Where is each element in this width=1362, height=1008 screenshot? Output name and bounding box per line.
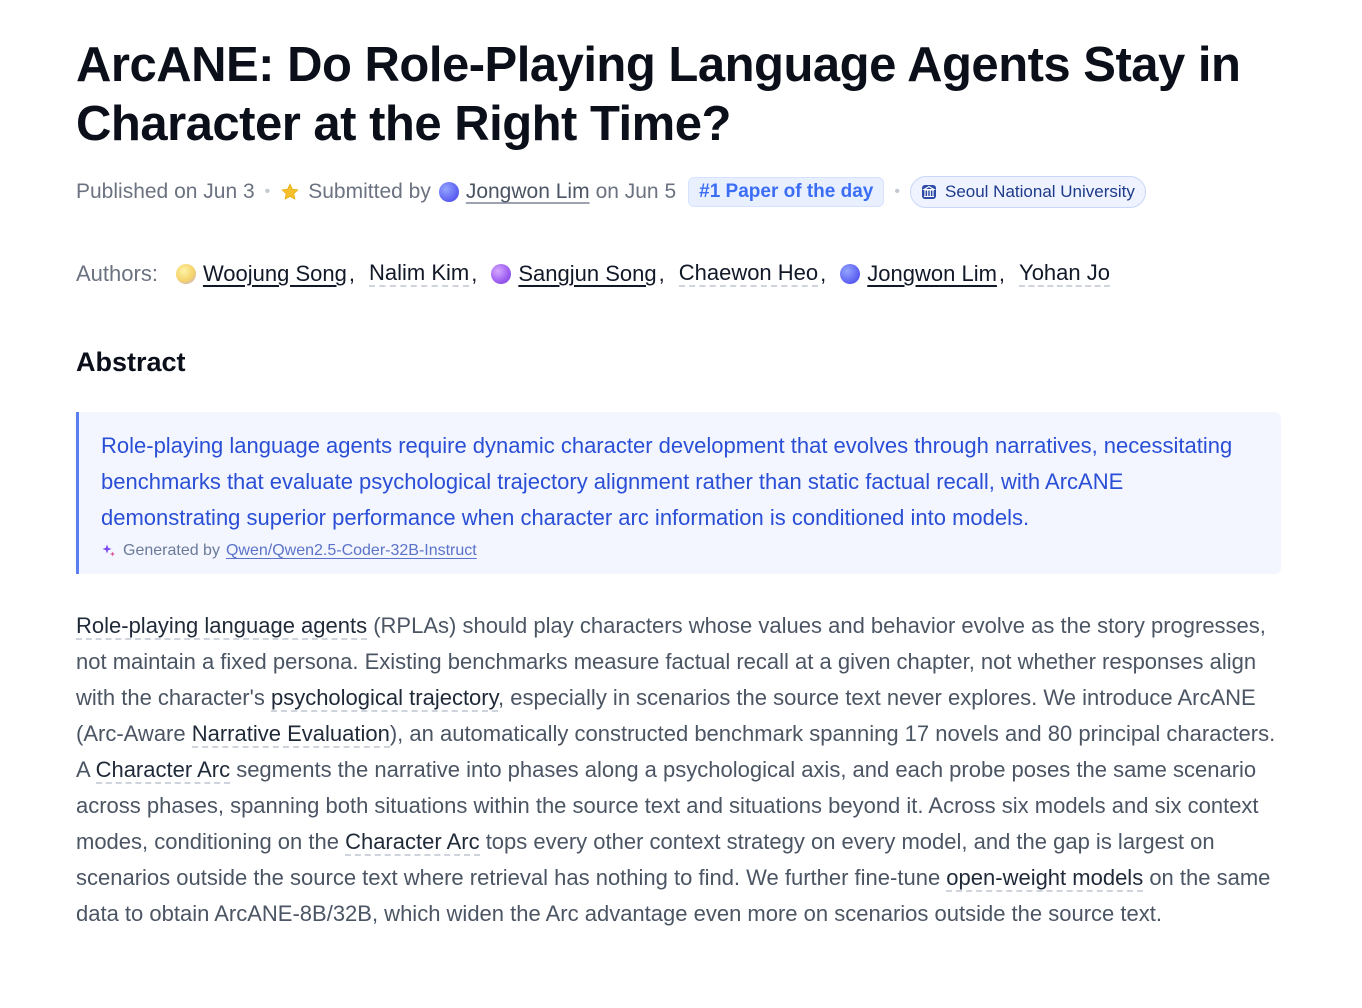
model-link[interactable]: Qwen/Qwen2.5-Coder-32B-Instruct <box>226 542 477 560</box>
abstract-term[interactable]: Character Arc <box>95 757 231 784</box>
author-name[interactable]: Nalim Kim <box>369 261 470 287</box>
author-name[interactable]: Chaewon Heo <box>678 261 819 287</box>
authors-row: Authors: Woojung Song , Nalim Kim , Sang… <box>76 260 1110 287</box>
author-jongwon-lim[interactable]: Jongwon Lim <box>840 261 997 287</box>
separator-dot: • <box>894 183 900 200</box>
abstract-term[interactable]: Role-playing language agents <box>76 613 368 640</box>
submitter-avatar[interactable] <box>438 182 459 202</box>
paper-meta: Published on Jun 3 • Submitted by Jongwo… <box>76 176 1282 208</box>
submitted-by-label: Submitted by <box>308 180 431 203</box>
ai-summary-text: Role-playing language agents require dyn… <box>101 433 1233 530</box>
abstract-heading: Abstract <box>76 347 186 377</box>
author-avatar <box>491 264 512 284</box>
abstract-term[interactable]: open-weight models <box>946 865 1144 892</box>
author-name[interactable]: Woojung Song <box>203 261 347 287</box>
sparkle-icon <box>102 544 115 557</box>
paper-of-day-badge[interactable]: #1 Paper of the day <box>688 177 885 207</box>
generated-by-label: Generated by <box>123 542 220 559</box>
abstract-term[interactable]: Narrative Evaluation <box>191 721 390 748</box>
organization-badge[interactable]: Seoul National University <box>909 176 1146 208</box>
author-yohan-jo[interactable]: Yohan Jo <box>1019 261 1110 287</box>
authors-label: Authors: <box>76 261 158 286</box>
abstract-term[interactable]: Character Arc <box>345 829 480 856</box>
published-date: Published on Jun 3 <box>76 180 255 203</box>
author-nalim-kim[interactable]: Nalim Kim <box>369 261 470 287</box>
author-name[interactable]: Jongwon Lim <box>867 261 997 287</box>
paper-page: ArcANE: Do Role-Playing Language Agents … <box>0 0 1362 1008</box>
author-sangjun-song[interactable]: Sangjun Song <box>491 261 657 287</box>
ai-summary-box: Role-playing language agents require dyn… <box>76 412 1281 574</box>
submitted-date: on Jun 5 <box>595 180 677 203</box>
paper-title: ArcANE: Do Role-Playing Language Agents … <box>76 38 1241 151</box>
university-logo-icon <box>921 185 936 199</box>
author-chaewon-heo[interactable]: Chaewon Heo <box>678 261 819 287</box>
author-woojung-song[interactable]: Woojung Song <box>175 261 347 287</box>
author-name[interactable]: Sangjun Song <box>518 261 656 287</box>
organization-name: Seoul National University <box>944 182 1135 201</box>
author-avatar <box>175 264 196 284</box>
separator-dot: • <box>264 183 271 200</box>
star-icon <box>281 183 299 200</box>
generated-by-line: Generated by Qwen/Qwen2.5-Coder-32B-Inst… <box>101 542 1261 560</box>
author-name[interactable]: Yohan Jo <box>1019 261 1110 287</box>
submitter-link[interactable]: Jongwon Lim <box>466 180 590 204</box>
abstract-term[interactable]: psychological trajectory <box>270 685 498 712</box>
author-avatar <box>840 264 861 284</box>
abstract-body: Role-playing language agents (RPLAs) sho… <box>76 608 1286 932</box>
